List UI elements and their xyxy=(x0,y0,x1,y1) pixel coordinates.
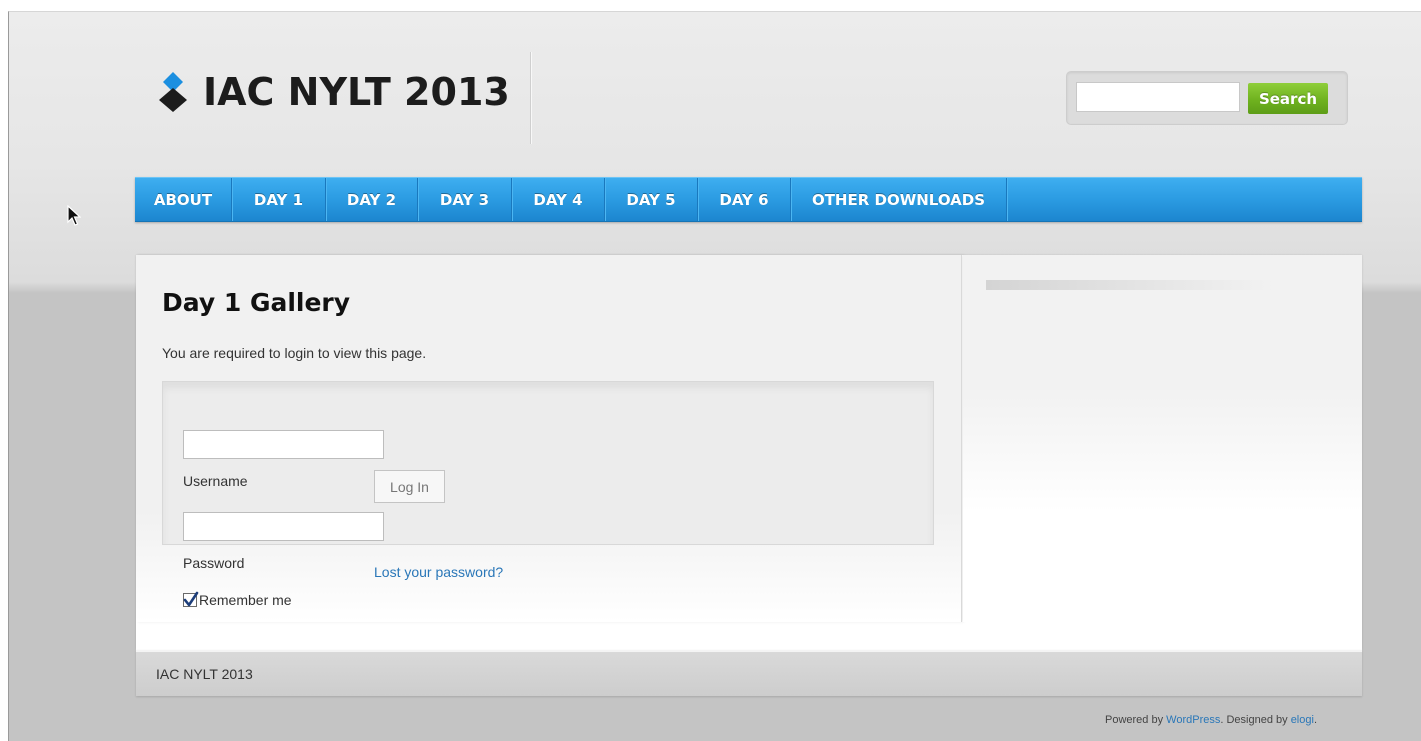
nav-item-day-1[interactable]: DAY 1 xyxy=(232,178,326,221)
remember-me-label: Remember me xyxy=(199,592,292,608)
password-label: Password xyxy=(183,555,245,571)
nav-item-other-downloads[interactable]: OTHER DOWNLOADS xyxy=(791,178,1007,221)
mouse-pointer-icon xyxy=(67,205,81,226)
designer-link[interactable]: elogi xyxy=(1291,714,1314,726)
log-in-button[interactable]: Log In xyxy=(374,470,445,503)
main-navigation: ABOUT DAY 1 DAY 2 DAY 3 DAY 4 DAY 5 DAY … xyxy=(135,177,1362,222)
nav-item-day-4[interactable]: DAY 4 xyxy=(512,178,605,221)
search-form: Search xyxy=(1066,71,1348,125)
nav-item-day-2[interactable]: DAY 2 xyxy=(326,178,418,221)
browser-viewport: IAC NYLT 2013 Search ABOUT DAY 1 DAY 2 D… xyxy=(8,11,1421,741)
header-divider xyxy=(530,52,531,144)
remember-me-checkbox[interactable] xyxy=(183,591,199,607)
site-logo[interactable]: IAC NYLT 2013 xyxy=(153,68,510,116)
content-area: Day 1 Gallery You are required to login … xyxy=(136,255,1362,650)
lost-password-link[interactable]: Lost your password? xyxy=(374,564,503,580)
credits-line: Powered by WordPress. Designed by elogi. xyxy=(1105,714,1317,726)
checkmark-icon xyxy=(183,591,199,607)
nav-item-day-6[interactable]: DAY 6 xyxy=(698,178,791,221)
site-footer: IAC NYLT 2013 xyxy=(136,650,1362,696)
sidebar xyxy=(963,255,1362,622)
nav-item-day-3[interactable]: DAY 3 xyxy=(418,178,512,221)
credits-prefix: Powered by xyxy=(1105,714,1167,726)
site-title[interactable]: IAC NYLT 2013 xyxy=(203,68,510,116)
login-required-message: You are required to login to view this p… xyxy=(162,345,427,361)
page-title: Day 1 Gallery xyxy=(162,288,351,317)
credits-suffix: . xyxy=(1313,714,1317,726)
username-field[interactable] xyxy=(183,430,384,459)
footer-site-title: IAC NYLT 2013 xyxy=(156,666,253,682)
main-content: Day 1 Gallery You are required to login … xyxy=(136,255,962,622)
credits-middle: . Designed by xyxy=(1220,714,1291,726)
search-button[interactable]: Search xyxy=(1248,83,1328,114)
username-label: Username xyxy=(183,473,248,489)
sidebar-widget-bar xyxy=(986,280,1276,290)
password-field[interactable] xyxy=(183,512,384,541)
diamond-logo-icon xyxy=(159,72,187,112)
nav-item-about[interactable]: ABOUT xyxy=(135,178,232,221)
remember-me-option[interactable]: Remember me xyxy=(183,591,292,608)
wordpress-link[interactable]: WordPress xyxy=(1166,714,1220,726)
search-input[interactable] xyxy=(1076,82,1240,112)
nav-item-day-5[interactable]: DAY 5 xyxy=(605,178,698,221)
